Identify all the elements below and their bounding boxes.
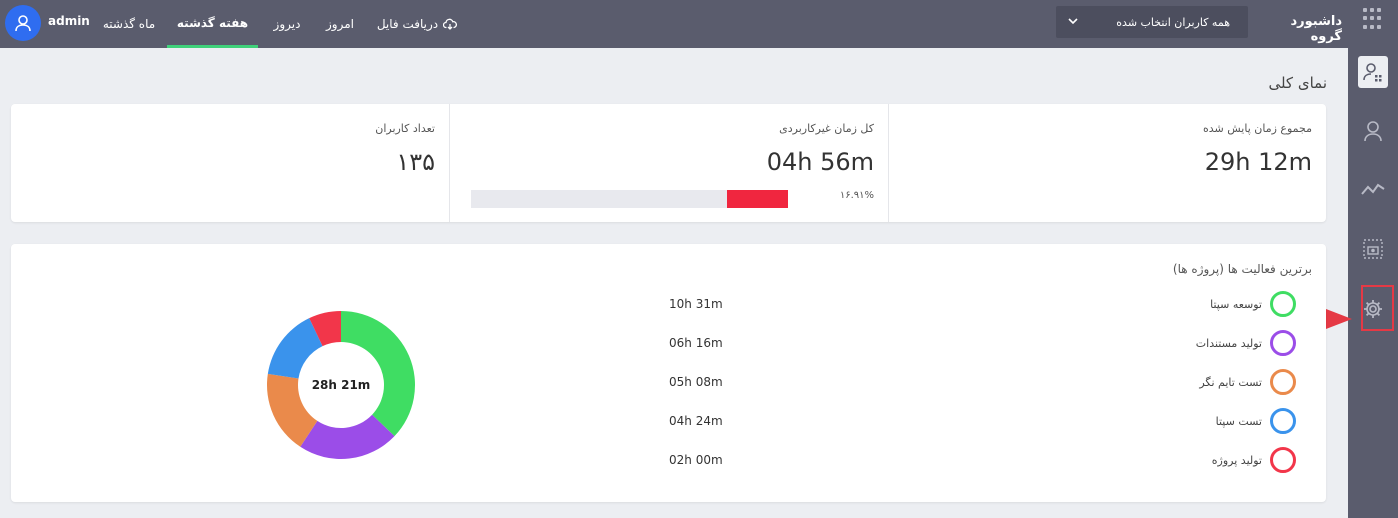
user-icon	[15, 15, 31, 32]
activity-time: 10h 31m	[669, 297, 723, 311]
sidebar	[1348, 0, 1398, 518]
divider	[449, 104, 450, 222]
tab-yesterday[interactable]: دیروز	[263, 0, 311, 48]
idle-time-stat: کل زمان غیرکاربردی 04h 56m ۱۶.۹۱%	[449, 104, 888, 222]
legend-item-name: توسعه سپتا	[1210, 297, 1262, 311]
idle-progress-bar	[471, 190, 788, 208]
page-title: نمای کلی	[1268, 74, 1327, 92]
cloud-download-icon	[443, 18, 458, 30]
total-time-value: 29h 12m	[1204, 148, 1312, 176]
legend-item: تست تایم نگر	[1136, 368, 1296, 396]
chevron-down-icon	[1068, 18, 1078, 25]
sidebar-item-reports[interactable]	[1358, 174, 1388, 204]
legend-item: توسعه سپتا	[1136, 290, 1296, 318]
legend-item-name: تست تایم نگر	[1199, 375, 1262, 389]
top-bar: admin ماه گذشته هفته گذشته دیروز امروز د…	[0, 0, 1348, 48]
divider	[888, 104, 889, 222]
idle-percent-label: ۱۶.۹۱%	[839, 190, 874, 201]
legend-ring-icon	[1270, 291, 1296, 317]
person-icon	[1364, 121, 1382, 142]
users-icon	[1363, 63, 1382, 82]
settings-highlight-box	[1361, 285, 1394, 331]
sidebar-item-group-dashboard[interactable]	[1358, 56, 1388, 88]
download-label: دریافت فایل	[376, 17, 439, 31]
user-count-stat: تعداد کاربران ۱۳۵	[11, 104, 449, 222]
top-activities-card: برترین فعالیت ها (پروژه ها) 28h 21m توسع…	[11, 244, 1326, 502]
legend-ring-icon	[1270, 408, 1296, 434]
top-activities-title: برترین فعالیت ها (پروژه ها)	[1172, 262, 1312, 276]
activity-time: 05h 08m	[669, 375, 723, 389]
apps-grid-icon[interactable]	[1363, 8, 1385, 30]
stats-card: مجموع زمان پایش شده 29h 12m کل زمان غیرک…	[11, 104, 1326, 222]
tab-last-month[interactable]: ماه گذشته	[96, 0, 162, 48]
screenshot-icon	[1363, 239, 1383, 259]
legend-ring-icon	[1270, 369, 1296, 395]
activity-time: 02h 00m	[669, 453, 723, 467]
tab-today[interactable]: امروز	[318, 0, 362, 48]
dashboard-title: داشبورد گروه	[1290, 14, 1342, 44]
donut-total: 28h 21m	[311, 378, 371, 392]
sidebar-item-user[interactable]	[1358, 116, 1388, 146]
idle-progress-fill	[727, 190, 788, 208]
legend-item-name: تولید پروژه	[1211, 453, 1262, 467]
tab-last-week[interactable]: هفته گذشته	[167, 0, 258, 48]
total-time-label: مجموع زمان پایش شده	[1203, 122, 1312, 135]
legend-ring-icon	[1270, 330, 1296, 356]
activity-time: 06h 16m	[669, 336, 723, 350]
user-count-label: تعداد کاربران	[375, 122, 435, 135]
username[interactable]: admin	[48, 14, 90, 28]
sidebar-item-screenshots[interactable]	[1358, 234, 1388, 264]
idle-time-value: 04h 56m	[766, 148, 874, 176]
legend-item: تولید پروژه	[1136, 446, 1296, 474]
legend-item: تولید مستندات	[1136, 329, 1296, 357]
idle-time-label: کل زمان غیرکاربردی	[779, 122, 874, 135]
legend-item-name: تست سپتا	[1215, 414, 1262, 428]
activities-donut-chart: 28h 21m	[266, 310, 416, 460]
legend-ring-icon	[1270, 447, 1296, 473]
total-time-stat: مجموع زمان پایش شده 29h 12m	[888, 104, 1326, 222]
user-filter-value: همه کاربران انتخاب شده	[1116, 15, 1230, 29]
trend-line-icon	[1361, 183, 1385, 195]
activity-time: 04h 24m	[669, 414, 723, 428]
legend-item-name: تولید مستندات	[1195, 336, 1262, 350]
user-filter-select[interactable]: همه کاربران انتخاب شده	[1056, 6, 1248, 38]
download-file-button[interactable]: دریافت فایل	[372, 0, 462, 48]
user-count-value: ۱۳۵	[396, 148, 435, 176]
legend-item: تست سپتا	[1136, 407, 1296, 435]
user-avatar[interactable]	[5, 5, 41, 41]
